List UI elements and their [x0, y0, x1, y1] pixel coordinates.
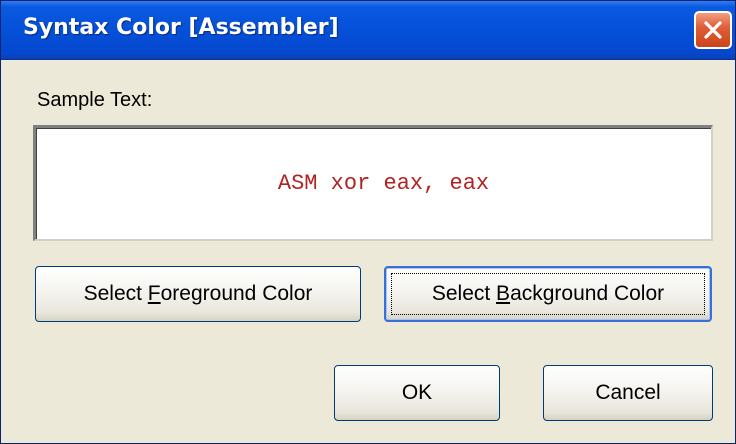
window-title: Syntax Color [Assembler]	[23, 15, 339, 40]
select-foreground-color-button[interactable]: Select Foreground Color	[35, 266, 361, 322]
syntax-color-dialog: Syntax Color [Assembler] Sample Text: AS…	[0, 0, 736, 444]
ok-button-label: OK	[401, 381, 433, 404]
select-background-color-label: Select Background Color	[431, 282, 665, 305]
ok-button[interactable]: OK	[334, 365, 500, 421]
cancel-button-label: Cancel	[595, 381, 661, 404]
sample-text-preview: ASM xor eax, eax	[33, 125, 713, 241]
sample-text-content: ASM xor eax, eax	[277, 171, 490, 196]
select-foreground-color-label: Select Foreground Color	[83, 282, 313, 305]
cancel-button[interactable]: Cancel	[543, 365, 713, 421]
close-icon	[703, 20, 723, 40]
close-button[interactable]	[694, 11, 732, 49]
sample-text-label: Sample Text:	[37, 89, 153, 111]
title-bar[interactable]: Syntax Color [Assembler]	[1, 1, 735, 60]
select-background-color-button[interactable]: Select Background Color	[384, 266, 712, 322]
